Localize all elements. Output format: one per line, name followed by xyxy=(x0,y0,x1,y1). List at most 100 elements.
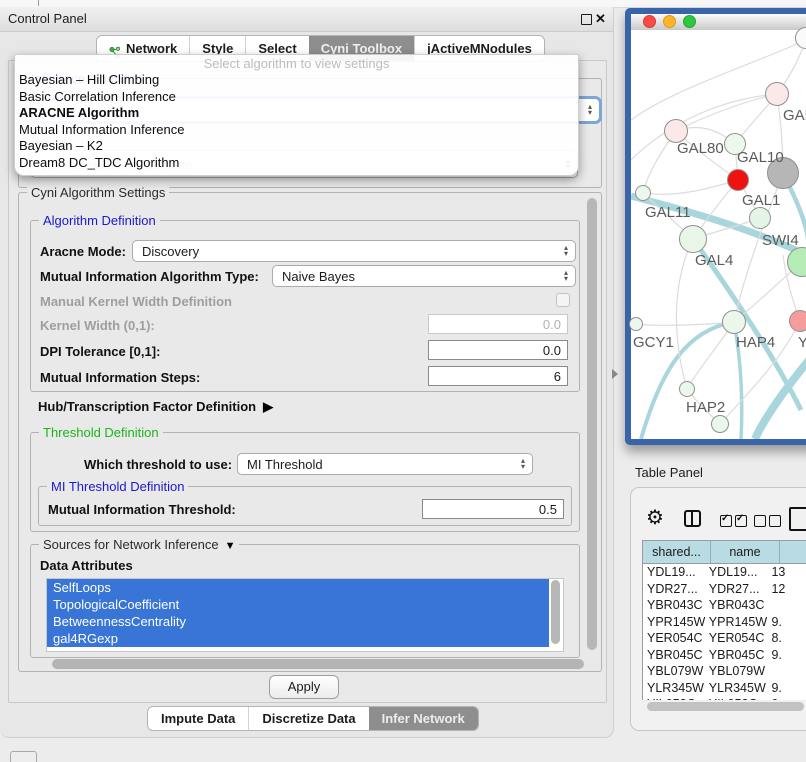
gear-icon[interactable]: ⚙ xyxy=(646,505,664,530)
network-node-label: GCY1 xyxy=(633,334,674,351)
algorithm-option[interactable]: Basic Correlation Inference xyxy=(15,89,578,106)
which-threshold-combo[interactable]: MI Threshold ▴▾ xyxy=(237,453,533,475)
network-node[interactable] xyxy=(679,381,695,397)
table-cell: 9. xyxy=(767,696,806,700)
table-row[interactable]: YDR27...YDR27...12 xyxy=(643,581,806,598)
network-node[interactable] xyxy=(765,82,789,106)
network-node[interactable] xyxy=(635,185,651,201)
table-cell: YBL079W xyxy=(643,663,705,680)
algorithm-option[interactable]: ARACNE Algorithm xyxy=(15,105,578,122)
network-node-label: GAL11 xyxy=(645,204,691,221)
dpi-tolerance-input[interactable]: 0.0 xyxy=(428,340,568,360)
network-node[interactable] xyxy=(711,415,729,433)
table-cell: 12 xyxy=(767,581,806,598)
table-cell: YIL052C xyxy=(643,696,705,700)
table-cell: YLR345W xyxy=(643,680,705,697)
export-table-icon[interactable] xyxy=(789,507,806,531)
tab-infer-network[interactable]: Infer Network xyxy=(369,707,478,730)
chevron-right-icon: ▶ xyxy=(263,399,273,414)
manual-kernel-label: Manual Kernel Width Definition xyxy=(40,294,232,309)
table-cell: YPR145W xyxy=(643,614,705,631)
aracne-mode-label: Aracne Mode: xyxy=(40,244,126,259)
dpi-tolerance-label: DPI Tolerance [0,1]: xyxy=(40,344,160,359)
aracne-mode-combo[interactable]: Discovery ▴▾ xyxy=(132,240,576,262)
panel-splitter-arrow[interactable] xyxy=(612,369,618,379)
table-cell: YIL052C xyxy=(705,696,768,700)
network-node-label: GAL4 xyxy=(695,252,733,269)
algorithm-option[interactable]: Dream8 DC_TDC Algorithm xyxy=(15,155,578,172)
algorithm-popup-list: Bayesian – Hill ClimbingBasic Correlatio… xyxy=(15,72,578,171)
table-cell: YLR345W xyxy=(705,680,768,697)
table-cell: YDR27... xyxy=(643,581,705,598)
table-cell xyxy=(767,597,806,614)
data-attribute-item[interactable]: BetweennessCentrality xyxy=(47,613,549,630)
deselect-all-columns-icon[interactable] xyxy=(754,515,781,527)
network-window-titlebar xyxy=(631,14,806,31)
network-canvas[interactable]: GAL7GAL80GAL10GAL1GAL11SWI4GAL4GCY1HAP4Y… xyxy=(631,30,806,439)
hub-definition-header[interactable]: Hub/Transcription Factor Definition▶ xyxy=(38,399,273,415)
select-all-columns-icon[interactable] xyxy=(720,515,747,527)
table-column-header[interactable]: shared... xyxy=(643,541,711,563)
tab-discretize-data[interactable]: Discretize Data xyxy=(248,707,368,730)
network-node[interactable] xyxy=(727,169,749,191)
algorithm-popup: Select algorithm to view settings Bayesi… xyxy=(14,54,579,176)
mi-steps-input[interactable]: 6 xyxy=(428,366,568,386)
table-cell: YBL079W xyxy=(705,663,768,680)
table-row[interactable]: YER054CYER054C8. xyxy=(643,630,806,647)
network-node[interactable] xyxy=(795,27,806,49)
combo-spinner-icon: ▴▾ xyxy=(588,104,592,116)
data-attribute-item[interactable]: gal4RGexp xyxy=(47,630,549,647)
settings-horizontal-scrollbar[interactable] xyxy=(52,659,584,669)
apply-button[interactable]: Apply xyxy=(269,675,339,699)
table-cell: YBR045C xyxy=(705,647,768,664)
table-cell: YBR043C xyxy=(705,597,768,614)
combo-spinner-icon: ▴▾ xyxy=(564,245,568,257)
table-row[interactable]: YBR045CYBR045C9. xyxy=(643,647,806,664)
data-attribute-item[interactable]: TopologicalCoefficient xyxy=(47,596,549,613)
algorithm-option[interactable]: Bayesian – K2 xyxy=(15,138,578,155)
network-node[interactable] xyxy=(679,225,707,253)
tab-impute-data[interactable]: Impute Data xyxy=(148,707,248,730)
algorithm-option[interactable]: Bayesian – Hill Climbing xyxy=(15,72,578,89)
data-attribute-item[interactable]: SelfLoops xyxy=(47,579,549,596)
kernel-width-input[interactable]: 0.0 xyxy=(428,314,568,334)
attributes-vertical-scrollbar[interactable] xyxy=(551,580,560,644)
table-row[interactable]: YBR043CYBR043C xyxy=(643,597,806,614)
combo-spinner-icon: ▴▾ xyxy=(564,270,568,282)
table-row[interactable]: YDL19...YDL19...13 xyxy=(643,564,806,581)
float-window-icon[interactable] xyxy=(581,14,592,25)
table-cell: YBR043C xyxy=(643,597,705,614)
table-cell: YER054C xyxy=(643,630,705,647)
mi-type-combo[interactable]: Naive Bayes ▴▾ xyxy=(272,265,576,287)
network-node[interactable] xyxy=(722,310,746,334)
manual-kernel-checkbox[interactable] xyxy=(556,293,570,307)
table-row[interactable]: YPR145WYPR145W9. xyxy=(643,614,806,631)
table-column-header[interactable] xyxy=(780,541,806,563)
table-column-header[interactable]: name xyxy=(711,541,780,563)
kernel-width-label: Kernel Width (0,1): xyxy=(40,318,155,333)
table-header-row: shared...name xyxy=(643,540,806,564)
table-horizontal-scrollbar[interactable] xyxy=(647,702,804,711)
network-node[interactable] xyxy=(749,207,771,229)
table-row[interactable]: YLR345WYLR345W9. xyxy=(643,680,806,697)
sources-legend[interactable]: Sources for Network Inference▼ xyxy=(39,537,239,552)
table-cell: 9. xyxy=(767,614,806,631)
table-row[interactable]: YBL079WYBL079W xyxy=(643,663,806,680)
data-attributes-label: Data Attributes xyxy=(40,558,133,573)
table-cell: 9. xyxy=(767,680,806,697)
zoom-traffic-light-icon[interactable] xyxy=(683,15,696,28)
columns-icon-divider xyxy=(691,512,693,525)
network-node[interactable] xyxy=(629,317,643,331)
bottom-left-partial-button[interactable] xyxy=(10,751,37,762)
minimize-traffic-light-icon[interactable] xyxy=(663,15,676,28)
close-icon[interactable]: ✕ xyxy=(595,11,606,27)
table-row[interactable]: YIL052CYIL052C9. xyxy=(643,696,806,700)
close-traffic-light-icon[interactable] xyxy=(643,15,656,28)
mi-threshold-input[interactable]: 0.5 xyxy=(422,499,564,519)
mi-type-label: Mutual Information Algorithm Type: xyxy=(40,269,259,284)
algorithm-option[interactable]: Mutual Information Inference xyxy=(15,122,578,139)
settings-vertical-scrollbar[interactable] xyxy=(587,198,597,650)
which-threshold-label: Which threshold to use: xyxy=(84,457,232,472)
network-node[interactable] xyxy=(787,247,806,277)
network-node[interactable] xyxy=(789,310,806,332)
